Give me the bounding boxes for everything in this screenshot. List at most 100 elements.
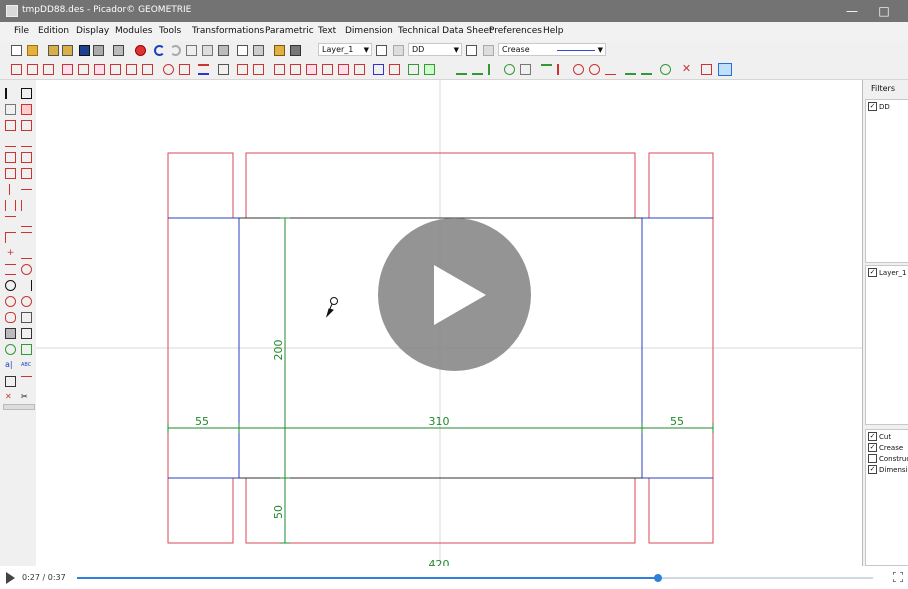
video-play-overlay[interactable] [378,218,531,371]
dimension-tool-icon-6[interactable] [541,64,552,75]
left-tool-icon-26[interactable] [21,280,32,291]
menu-edition[interactable]: Edition [38,26,69,36]
layer-delete-icon[interactable] [393,45,404,56]
menu-parametric[interactable]: Parametric [265,26,314,36]
left-tool-icon-22[interactable] [21,248,32,259]
left-tool-icon-31[interactable] [5,328,16,339]
new-file-icon[interactable] [11,45,22,56]
filter-item-dd[interactable]: ✓ DD [868,101,890,113]
vertical-line-icon[interactable] [9,184,20,195]
save-as-icon[interactable] [93,45,104,56]
left-tool-icon-29[interactable] [5,312,16,323]
left-tool-icon-32[interactable] [21,328,32,339]
left-tool-icon-33[interactable] [5,344,16,355]
left-tool-icon-20[interactable] [21,232,32,243]
tool-icon-17[interactable] [290,64,301,75]
dimension-tool-icon-12[interactable] [641,64,652,75]
dimension-tool-icon-11[interactable] [625,64,636,75]
left-tool-icon-16[interactable] [21,200,32,211]
left-toolbar-expander[interactable] [3,404,35,410]
circle-icon[interactable] [5,296,16,307]
left-tool-icon-12[interactable] [21,168,32,179]
tool-icon-4[interactable] [62,64,73,75]
checkbox-icon[interactable]: ✓ [868,431,877,441]
cut-icon[interactable] [186,45,197,56]
dimension-tool-icon-7[interactable] [557,64,568,75]
tool-icon-last-1[interactable] [701,64,712,75]
tool-icon-23[interactable] [389,64,400,75]
redo-icon[interactable] [170,45,181,56]
play-icon[interactable] [6,572,15,584]
dimension-layer-select[interactable]: DD ▼ [408,43,462,56]
filter-item-layer-1[interactable]: ✓ Layer_1 [868,267,906,279]
left-tool-icon-19[interactable] [5,232,16,243]
left-tool-icon-6[interactable] [21,120,32,131]
eraser-icon[interactable] [5,104,16,115]
rectangle-icon[interactable] [5,152,16,163]
tool-icon-24[interactable] [408,64,419,75]
grid-icon[interactable] [237,64,248,75]
minimize-button[interactable]: — [844,3,860,19]
horizontal-line-icon[interactable] [21,189,32,190]
tool-icon-21[interactable] [354,64,365,75]
left-tool-icon-39[interactable]: ✕ [5,392,16,403]
left-tool-icon-5[interactable] [5,120,16,131]
text-abc-icon[interactable]: ABC [21,360,32,371]
filter-item-construction[interactable]: Construction [868,453,908,465]
layer-copy-icon[interactable] [376,45,387,56]
dimension-tool-icon-2[interactable] [472,64,483,75]
tool-icon-18[interactable] [306,64,317,75]
dimension-layer-delete-icon[interactable] [483,45,494,56]
checkbox-icon[interactable]: ✓ [868,442,877,452]
tool-icon-7[interactable] [110,64,121,75]
pointer-icon[interactable] [5,88,16,99]
print-icon[interactable] [113,45,124,56]
checkbox-icon[interactable]: ✓ [868,101,877,111]
dimension-tool-icon-3[interactable] [488,64,499,75]
open-folder-icon[interactable] [27,45,38,56]
toggle-tool-icon[interactable] [718,63,732,76]
dimension-tool-icon-10[interactable] [605,64,616,75]
tool-icon-11[interactable] [179,64,190,75]
tool-icon-20[interactable] [338,64,349,75]
tool-icon-13[interactable] [218,64,229,75]
settings-gear-icon[interactable] [660,64,671,75]
menu-help[interactable]: Help [543,26,564,36]
menu-file[interactable]: File [14,26,29,36]
tool-icon-6[interactable] [94,64,105,75]
left-tool-icon-17[interactable] [5,216,16,227]
select-box-icon[interactable] [21,88,32,99]
import-icon[interactable] [48,45,59,56]
line-type-select[interactable]: Crease ▼ [498,43,606,56]
delete-cross-icon[interactable]: ✕ [681,63,692,75]
left-tool-icon-37[interactable] [5,376,16,387]
printer-icon[interactable] [253,45,264,56]
left-tool-icon-38[interactable] [21,376,32,387]
undo-icon[interactable] [154,45,165,56]
tool-icon-19[interactable] [322,64,333,75]
scissors-icon[interactable]: ✂ [21,392,32,403]
parallelogram-icon[interactable] [5,168,16,179]
left-tool-icon-30[interactable] [21,312,32,323]
stop-icon[interactable] [135,45,146,56]
tool-icon-3[interactable] [43,64,54,75]
print-preview-icon[interactable] [237,45,248,56]
tool-icon-9[interactable] [142,64,153,75]
left-tool-icon-10[interactable] [21,152,32,163]
tool-icon-1[interactable] [11,64,22,75]
dimension-layer-copy-icon[interactable] [466,45,477,56]
circle-center-icon[interactable] [21,264,32,275]
menu-transformations[interactable]: Transformations [192,26,264,36]
dimension-tool-icon-9[interactable] [589,64,600,75]
arc-icon[interactable] [5,280,16,291]
polyline-icon[interactable] [21,136,32,147]
copy-icon[interactable] [202,45,213,56]
menu-dimension[interactable]: Dimension [345,26,393,36]
menu-tools[interactable]: Tools [159,26,181,36]
seek-bar[interactable] [77,574,873,582]
left-tool-icon-18[interactable] [21,216,32,227]
dimension-tool-icon-4[interactable] [504,64,515,75]
point-icon[interactable]: + [5,248,16,259]
checkbox-icon[interactable]: ✓ [868,464,877,474]
paste-icon[interactable] [218,45,229,56]
